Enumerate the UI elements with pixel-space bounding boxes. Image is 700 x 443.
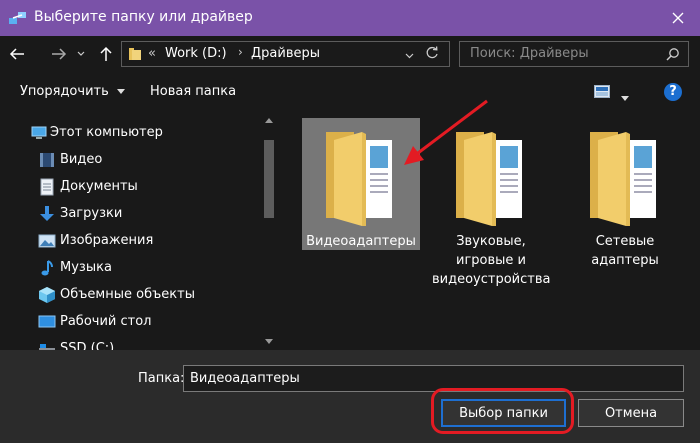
nav-item-3d-objects[interactable]: Объемные объекты [0, 282, 260, 308]
organize-menu[interactable]: Упорядочить [20, 84, 125, 99]
nav-item-desktop[interactable]: Рабочий стол [0, 309, 260, 335]
dialog-footer: Папка: Видеоадаптеры Выбор папки Отмена [0, 350, 700, 443]
refresh-icon [426, 46, 438, 59]
nav-label: Объемные объекты [60, 287, 195, 302]
organize-label: Упорядочить [20, 84, 109, 99]
folder-name-value: Видеоадаптеры [190, 371, 300, 386]
arrow-left-icon [9, 48, 24, 60]
folder-name: Видеоадаптеры [306, 234, 416, 249]
video-icon [40, 153, 54, 167]
search-placeholder: Поиск: Драйверы [470, 46, 589, 61]
view-dropdown[interactable] [621, 90, 629, 105]
nav-item-documents[interactable]: Документы [0, 174, 260, 200]
breadcrumb-folder[interactable]: Драйверы [251, 46, 320, 61]
breadcrumb-overflow[interactable]: « [148, 46, 156, 61]
search-box[interactable]: Поиск: Драйверы [459, 41, 689, 67]
breadcrumb-separator[interactable]: › [238, 45, 243, 59]
folder-icon [590, 132, 656, 226]
breadcrumb-drive[interactable]: Work (D:) [165, 46, 227, 61]
nav-item-video[interactable]: Видео [0, 147, 260, 173]
folder-icon [326, 132, 392, 226]
folder-icon [129, 48, 141, 60]
caret-down-icon [116, 89, 125, 94]
address-bar[interactable]: « Work (D:) › Драйверы [121, 41, 450, 67]
drive-icon [39, 344, 55, 350]
highlight-ring [431, 388, 574, 434]
new-folder-button[interactable]: Новая папка [150, 84, 236, 99]
title-bar: Выберите папку или драйвер [0, 0, 700, 36]
folder-icon [456, 132, 522, 226]
music-icon [41, 260, 53, 276]
navigation-scrollbar[interactable] [262, 112, 276, 350]
help-button[interactable]: ? [664, 83, 682, 101]
nav-item-downloads[interactable]: Загрузки [0, 201, 260, 227]
nav-label: Загрузки [60, 206, 123, 221]
nav-label: Рабочий стол [60, 314, 152, 329]
nav-label: Изображения [60, 233, 154, 248]
refresh-button[interactable] [425, 46, 439, 64]
nav-label: Видео [60, 152, 103, 167]
recent-dropdown[interactable] [72, 42, 90, 66]
view-icon [594, 85, 610, 98]
3d-objects-icon [39, 287, 55, 303]
nav-item-music[interactable]: Музыка [0, 255, 260, 281]
close-button[interactable] [656, 0, 700, 36]
nav-label: Документы [60, 179, 138, 194]
folder-name: Сетевые адаптеры [591, 234, 659, 268]
folder-name-input[interactable]: Видеоадаптеры [183, 365, 684, 392]
folder-name: Звуковые, игровые и видеоустройства [432, 234, 551, 287]
address-dropdown[interactable] [405, 48, 414, 63]
nav-item-pictures[interactable]: Изображения [0, 228, 260, 254]
nav-label: Музыка [60, 260, 112, 275]
scroll-down-arrow-icon[interactable] [265, 339, 273, 344]
caret-down-icon [621, 96, 629, 101]
chevron-down-icon [405, 53, 414, 59]
navigation-pane: Этот компьютер Видео Документы Загрузки … [0, 112, 260, 350]
pictures-icon [38, 234, 56, 248]
forward-button[interactable] [46, 42, 72, 66]
nav-label: SSD (C:) [60, 341, 115, 350]
desktop-icon [38, 315, 56, 328]
search-icon [666, 48, 679, 61]
content-scrollbar[interactable] [688, 112, 700, 350]
address-row: « Work (D:) › Драйверы Поиск: Драйверы [0, 36, 700, 72]
nav-label: Этот компьютер [50, 125, 163, 140]
chevron-down-icon [77, 51, 85, 56]
documents-icon [40, 178, 54, 196]
folder-tile-video-adapters[interactable]: Видеоадаптеры [302, 118, 420, 250]
arrow-right-icon [52, 48, 67, 60]
downloads-icon [40, 206, 54, 221]
nav-item-ssd-c[interactable]: SSD (C:) [0, 336, 260, 350]
computer-icon [31, 126, 47, 139]
cancel-label: Отмена [604, 405, 658, 421]
arrow-up-icon [100, 46, 112, 61]
scrollbar-thumb[interactable] [264, 140, 274, 218]
up-button[interactable] [93, 42, 119, 66]
close-icon [672, 12, 684, 24]
back-button[interactable] [4, 42, 30, 66]
nav-item-this-pc[interactable]: Этот компьютер [0, 120, 260, 146]
view-button[interactable] [594, 85, 610, 102]
toolbar: Упорядочить Новая папка ? [0, 72, 700, 112]
cancel-button[interactable]: Отмена [578, 399, 684, 427]
new-folder-label: Новая папка [150, 84, 237, 99]
window-title: Выберите папку или драйвер [34, 9, 253, 25]
folder-field-label: Папка: [138, 371, 185, 386]
folder-content-pane: Видеоадаптеры Звуковые, игровые и видеоу… [278, 112, 688, 350]
scroll-up-arrow-icon[interactable] [265, 118, 273, 123]
folder-app-icon [9, 12, 26, 24]
